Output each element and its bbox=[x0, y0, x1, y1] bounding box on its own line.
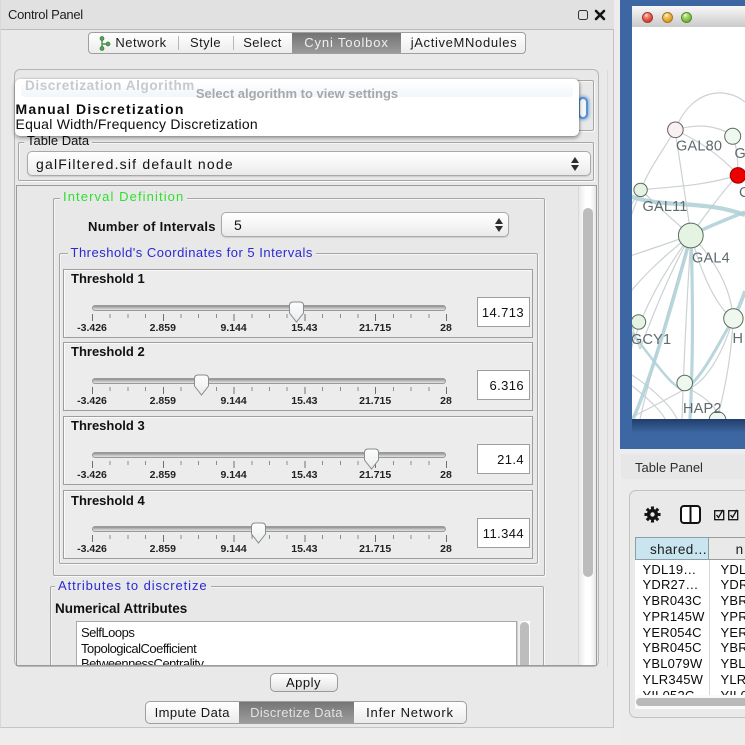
svg-text:HAP2: HAP2 bbox=[683, 401, 722, 417]
svg-text:GA: GA bbox=[735, 146, 745, 162]
svg-text:GAL4: GAL4 bbox=[692, 251, 730, 267]
svg-text:GCY1: GCY1 bbox=[632, 332, 671, 348]
svg-text:GAL80: GAL80 bbox=[676, 139, 722, 155]
svg-text:GAL11: GAL11 bbox=[643, 199, 688, 215]
svg-text:H: H bbox=[733, 331, 744, 347]
svg-text:CR: CR bbox=[739, 185, 745, 201]
